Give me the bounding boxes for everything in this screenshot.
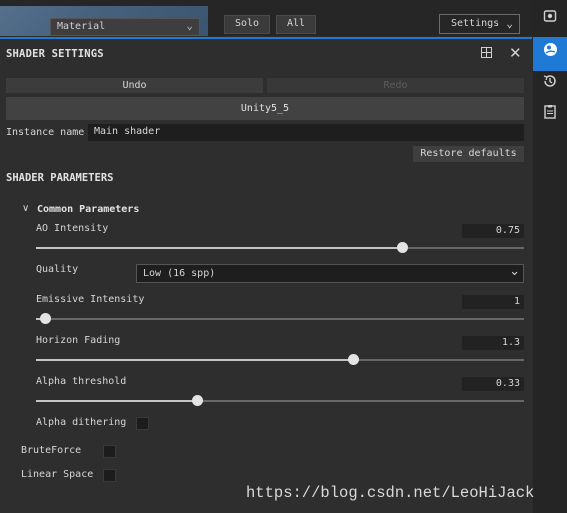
- dock-icon[interactable]: [481, 47, 493, 59]
- chevron-down-icon: ⌄: [509, 264, 520, 279]
- history-icon[interactable]: [533, 71, 567, 99]
- alpha-threshold-slider-fill: [36, 400, 198, 402]
- alpha-threshold-slider-handle[interactable]: [191, 395, 203, 406]
- instance-name-label: Instance name: [6, 127, 85, 138]
- bruteforce-label: BruteForce: [21, 445, 82, 456]
- all-button[interactable]: All: [276, 15, 316, 34]
- chevron-down-icon: ⌄: [186, 19, 193, 32]
- restore-defaults-button[interactable]: Restore defaults: [413, 146, 524, 162]
- common-parameters-group[interactable]: Common Parameters: [37, 204, 139, 215]
- quality-dropdown[interactable]: Low (16 spp) ⌄: [136, 264, 524, 283]
- instance-name-input[interactable]: Main shader: [88, 124, 524, 141]
- redo-button[interactable]: Redo: [267, 78, 524, 93]
- clipboard-icon[interactable]: [533, 102, 567, 130]
- emissive-intensity-value[interactable]: 1: [462, 295, 524, 309]
- bruteforce-checkbox[interactable]: [103, 445, 116, 458]
- quality-dropdown-value: Low (16 spp): [143, 268, 216, 279]
- settings-dropdown-label: Settings: [451, 18, 500, 29]
- material-dropdown[interactable]: Material ⌄: [50, 18, 200, 36]
- horizon-fading-value[interactable]: 1.3: [462, 336, 524, 350]
- linear-space-checkbox[interactable]: [103, 469, 116, 482]
- linear-space-label: Linear Space: [21, 469, 94, 480]
- alpha-threshold-value[interactable]: 0.33: [462, 377, 524, 391]
- material-dropdown-value: Material: [57, 21, 106, 32]
- solo-button[interactable]: Solo: [224, 15, 270, 34]
- watermark-url: https://blog.csdn.net/LeoHiJack: [246, 484, 535, 502]
- horizon-fading-slider-fill: [36, 359, 354, 361]
- ao-intensity-slider-handle[interactable]: [396, 242, 408, 253]
- ao-intensity-label: AO Intensity: [36, 223, 109, 234]
- emissive-intensity-label: Emissive Intensity: [36, 294, 145, 305]
- chevron-down-icon: ⌄: [506, 17, 513, 30]
- settings-icon[interactable]: [533, 5, 567, 33]
- alpha-dithering-label: Alpha dithering: [36, 417, 127, 428]
- alpha-dithering-checkbox[interactable]: [136, 417, 149, 430]
- horizon-fading-label: Horizon Fading: [36, 335, 121, 346]
- globe-icon[interactable]: [533, 40, 567, 68]
- shader-parameters-heading: SHADER PARAMETERS: [6, 172, 114, 184]
- ao-intensity-value[interactable]: 0.75: [462, 224, 524, 238]
- settings-dropdown[interactable]: Settings ⌄: [439, 14, 520, 34]
- alpha-threshold-label: Alpha threshold: [36, 376, 127, 387]
- undo-button[interactable]: Undo: [6, 78, 263, 93]
- chevron-down-icon[interactable]: ∨: [22, 203, 29, 214]
- emissive-intensity-slider-track[interactable]: [36, 318, 524, 320]
- horizon-fading-slider-handle[interactable]: [347, 354, 359, 365]
- ao-intensity-slider-fill: [36, 247, 402, 249]
- close-icon[interactable]: ✕: [509, 44, 522, 62]
- preset-button[interactable]: Unity5_5: [6, 97, 524, 120]
- quality-label: Quality: [36, 264, 79, 275]
- panel-title: SHADER SETTINGS: [6, 48, 104, 60]
